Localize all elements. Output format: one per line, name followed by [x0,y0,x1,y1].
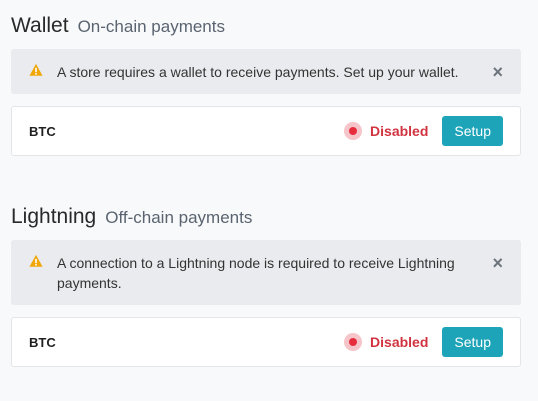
status-badge: Disabled [344,333,428,351]
lightning-heading: Lightning Off-chain payments [11,205,521,229]
wallet-subtitle: On-chain payments [77,17,225,36]
status-dot-icon [344,333,363,351]
close-icon[interactable]: × [492,63,503,81]
asset-label: BTC [29,334,56,350]
lightning-alert: A connection to a Lightning node is requ… [11,240,521,305]
wallet-btc-row: BTC Disabled Setup [11,106,521,156]
status-dot-icon [344,122,363,140]
warning-triangle-icon [29,63,43,76]
wallet-alert: A store requires a wallet to receive pay… [11,49,521,94]
lightning-section: Lightning Off-chain payments A connectio… [11,205,521,367]
wallet-alert-text: A store requires a wallet to receive pay… [57,64,459,80]
lightning-title: Lightning [11,205,97,228]
status-label: Disabled [370,123,429,139]
lightning-btc-row: BTC Disabled Setup [11,317,521,367]
wallet-heading: Wallet On-chain payments [11,14,521,38]
status-label: Disabled [370,334,429,350]
asset-label: BTC [29,123,56,139]
warning-triangle-icon [29,254,43,267]
lightning-subtitle: Off-chain payments [105,208,253,227]
wallet-section: Wallet On-chain payments A store require… [11,14,521,156]
wallet-title: Wallet [11,14,69,37]
lightning-setup-button[interactable]: Setup [442,327,503,357]
wallet-setup-button[interactable]: Setup [442,116,503,146]
close-icon[interactable]: × [492,254,503,272]
status-badge: Disabled [344,122,428,140]
lightning-alert-text: A connection to a Lightning node is requ… [57,255,455,291]
